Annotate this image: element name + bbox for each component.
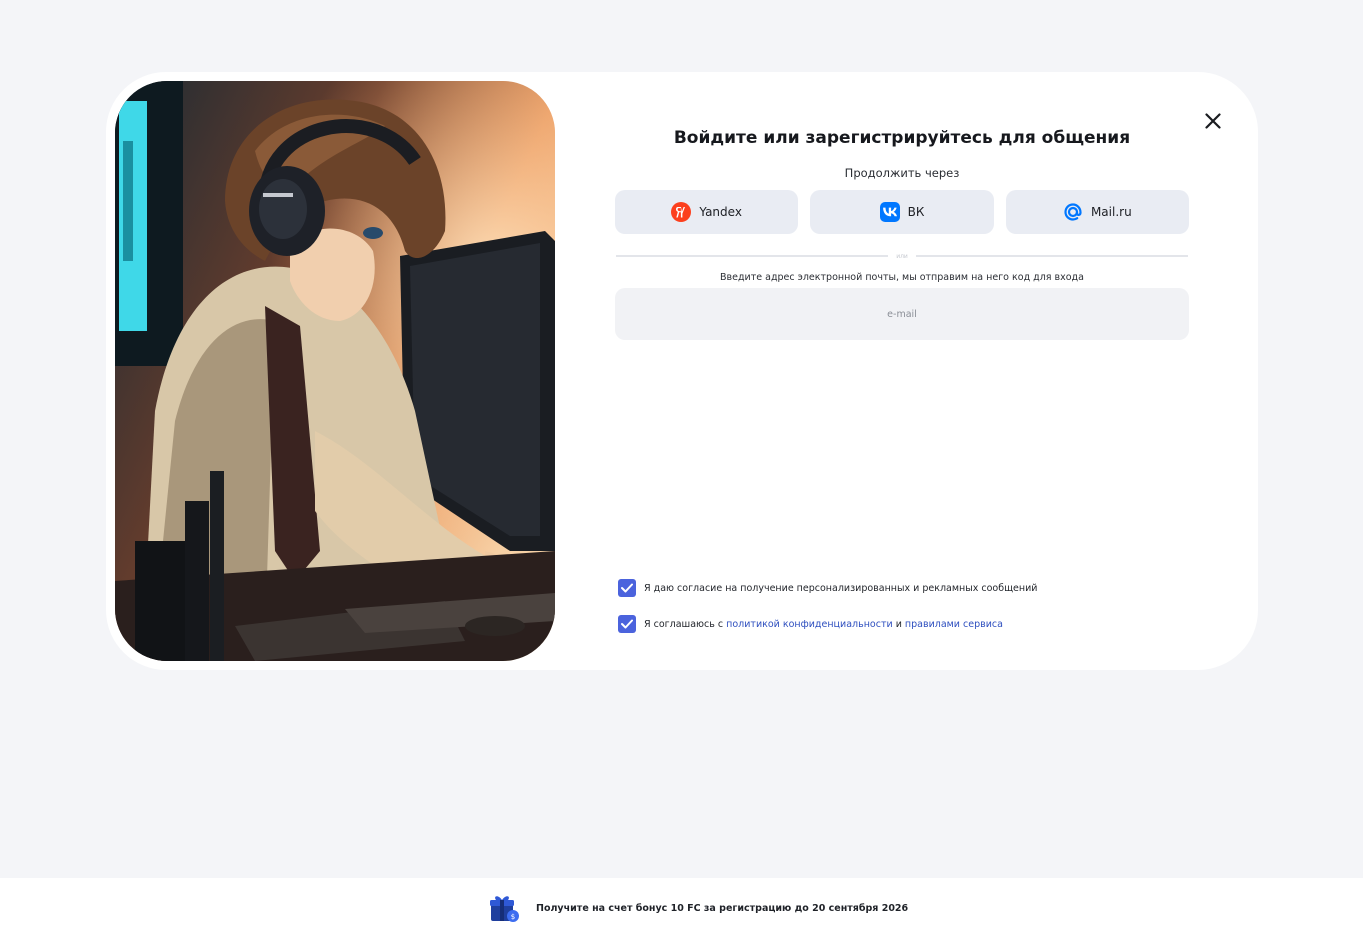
continue-with-label: Продолжить через <box>844 166 960 180</box>
oauth-providers: Yandex ВК Mail.ru <box>615 190 1189 234</box>
yandex-icon <box>671 202 692 222</box>
consent-ads-text: Я даю согласие на получение персонализир… <box>644 582 1038 594</box>
consent-terms-prefix: Я соглашаюсь с <box>644 618 724 630</box>
service-rules-link[interactable]: правилами сервиса <box>905 619 1003 630</box>
consent-terms: Я соглашаюсь с политикой конфиденциально… <box>618 615 1003 633</box>
email-hint: Введите адрес электронной почты, мы отпр… <box>720 272 1084 283</box>
yandex-label: Yandex <box>699 205 742 219</box>
vk-icon <box>879 202 900 222</box>
consent-terms-checkbox[interactable] <box>618 615 636 633</box>
hero-illustration <box>115 81 555 661</box>
gift-icon: $ <box>490 896 519 922</box>
mailru-login-button[interactable]: Mail.ru <box>1005 190 1189 234</box>
svg-text:$: $ <box>511 913 515 921</box>
close-icon <box>1205 113 1221 129</box>
divider-text: или <box>896 252 908 260</box>
consent-ads: Я даю согласие на получение персонализир… <box>618 579 1037 597</box>
yandex-login-button[interactable]: Yandex <box>615 190 799 234</box>
bonus-banner: $ Получите на счет бонус 10 FC за регист… <box>488 892 908 924</box>
close-button[interactable] <box>1198 106 1228 136</box>
or-divider: или <box>616 250 1189 262</box>
vk-label: ВК <box>907 205 925 219</box>
consent-terms-and: и <box>895 618 902 630</box>
checkmark-icon <box>621 583 633 593</box>
bonus-text: Получите на счет бонус 10 FC за регистра… <box>536 902 909 914</box>
consent-ads-checkbox[interactable] <box>618 579 636 597</box>
privacy-policy-link[interactable]: политикой конфиденциальности <box>726 619 893 630</box>
checkmark-icon <box>621 619 633 629</box>
bonus-footer: $ Получите на счет бонус 10 FC за регист… <box>0 878 1363 936</box>
auth-modal: Войдите или зарегистрируйтесь для общени… <box>106 72 1258 670</box>
divider-line-left <box>616 255 889 257</box>
vk-login-button[interactable]: ВК <box>810 190 994 234</box>
mailru-label: Mail.ru <box>1090 205 1132 219</box>
email-input[interactable] <box>615 288 1189 340</box>
divider-line-right <box>915 255 1189 257</box>
modal-title: Войдите или зарегистрируйтесь для общени… <box>673 128 1131 148</box>
mail-ru-icon <box>1064 203 1082 221</box>
consent-terms-text: Я соглашаюсь с политикой конфиденциально… <box>644 619 1003 630</box>
